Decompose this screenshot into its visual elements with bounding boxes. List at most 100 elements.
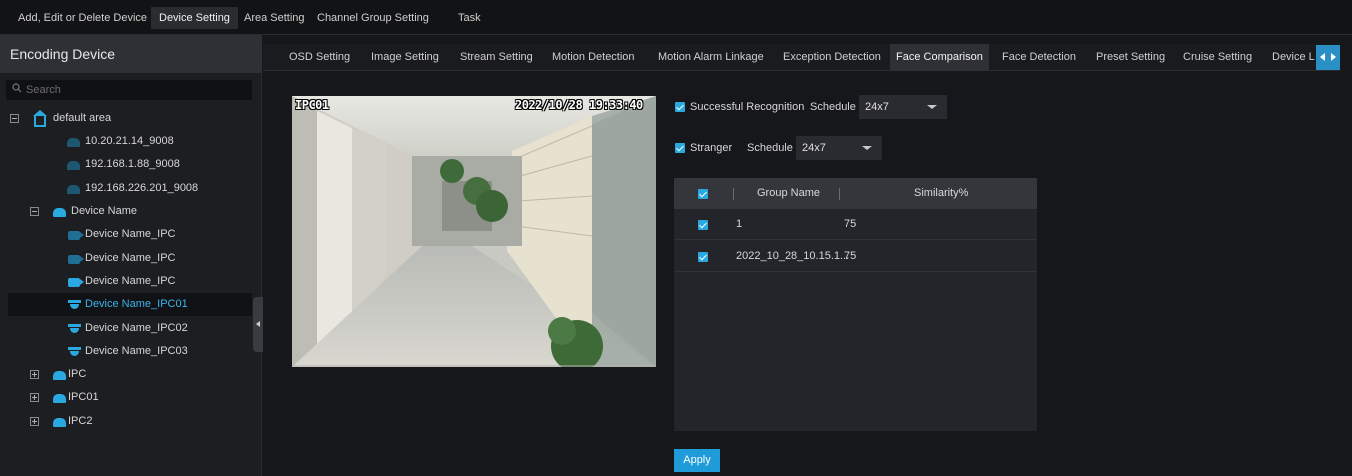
- tab-exception-detection[interactable]: Exception Detection: [777, 44, 887, 71]
- tab-device-l[interactable]: Device L: [1266, 44, 1321, 71]
- tab-device-setting[interactable]: Device Setting: [151, 7, 238, 29]
- dvr-icon: [67, 161, 80, 170]
- dvr-icon: [67, 138, 80, 147]
- dvr-icon: [53, 371, 66, 380]
- tab-image-setting[interactable]: Image Setting: [365, 44, 445, 71]
- tree-item-ipc01[interactable]: IPC01: [8, 386, 252, 409]
- group-name-cell: 1: [736, 218, 743, 230]
- stranger-checkbox[interactable]: [675, 143, 685, 153]
- face-group-table: Group Name Similarity% 1 75 2022_10_28_1…: [674, 178, 1037, 431]
- camera-icon: [68, 231, 84, 240]
- panel-title: Encoding Device: [0, 35, 262, 73]
- top-menu-bar: Add, Edit or Delete Device Device Settin…: [0, 0, 1352, 35]
- dome-camera-icon: [68, 347, 81, 357]
- tab-face-detection[interactable]: Face Detection: [996, 44, 1082, 71]
- osd-channel-name: IPC01: [295, 98, 329, 112]
- tree-item-label: IPC2: [68, 415, 93, 427]
- tree-item-ipc[interactable]: IPC: [8, 363, 252, 386]
- search-input[interactable]: Search: [6, 80, 252, 100]
- tree-item-channel[interactable]: Device Name_IPC03: [8, 340, 252, 363]
- panel-collapse-handle[interactable]: [253, 297, 263, 352]
- tab-face-comparison[interactable]: Face Comparison: [890, 44, 989, 71]
- tree-item-label: IPC: [68, 368, 87, 380]
- select-all-checkbox[interactable]: [698, 189, 708, 199]
- group-name-cell: 2022_10_28_10.15.1...: [736, 250, 850, 262]
- schedule-label: Schedule: [747, 142, 793, 154]
- table-row[interactable]: 2022_10_28_10.15.1... 75: [674, 241, 1037, 272]
- tree-item-label: Device Name_IPC: [85, 228, 176, 240]
- tree-item-label: Device Name_IPC03: [85, 345, 188, 357]
- tree-item-label: default area: [53, 112, 112, 124]
- stranger-schedule-select[interactable]: 24x7: [796, 136, 882, 160]
- tab-osd-setting[interactable]: OSD Setting: [283, 44, 356, 71]
- column-divider: [839, 188, 840, 200]
- tree-item-label: Device Name_IPC01: [85, 298, 188, 310]
- tab-task[interactable]: Task: [450, 7, 489, 29]
- tree-item-channel[interactable]: Device Name_IPC: [8, 270, 252, 293]
- chevron-down-icon: [927, 105, 937, 109]
- camera-icon: [68, 255, 84, 264]
- column-header-group-name: Group Name: [757, 187, 820, 199]
- corridor-image: [292, 96, 656, 367]
- arrow-left-icon[interactable]: [1320, 53, 1325, 61]
- tree-item-ipc2[interactable]: IPC2: [8, 410, 252, 433]
- collapse-icon[interactable]: [30, 207, 39, 216]
- successful-recognition-label: Successful Recognition: [690, 101, 805, 113]
- schedule-label: Schedule: [810, 101, 856, 113]
- tab-channel-group-setting[interactable]: Channel Group Setting: [309, 7, 437, 29]
- expand-icon[interactable]: [30, 417, 39, 426]
- search-icon: [12, 80, 22, 100]
- dome-camera-icon: [68, 300, 81, 310]
- tab-add-edit-delete-device[interactable]: Add, Edit or Delete Device: [10, 7, 155, 29]
- tree-item-device[interactable]: 192.168.226.201_9008: [8, 177, 252, 200]
- chevron-down-icon: [862, 146, 872, 150]
- tab-area-setting[interactable]: Area Setting: [236, 7, 313, 29]
- collapse-icon[interactable]: [10, 114, 19, 123]
- apply-button[interactable]: Apply: [674, 449, 720, 472]
- tree-item-channel-selected[interactable]: Device Name_IPC01: [8, 293, 252, 316]
- tree-item-device[interactable]: 192.168.1.88_9008: [8, 153, 252, 176]
- tab-preset-setting[interactable]: Preset Setting: [1090, 44, 1171, 71]
- arrow-right-icon[interactable]: [1331, 53, 1336, 61]
- tree-item-label: Device Name: [71, 205, 138, 217]
- select-value: 24x7: [865, 101, 889, 113]
- tab-motion-alarm-linkage[interactable]: Motion Alarm Linkage: [652, 44, 770, 71]
- expand-icon[interactable]: [30, 370, 39, 379]
- tree-item-label: Device Name_IPC02: [85, 322, 188, 334]
- tree-item-label: 192.168.226.201_9008: [85, 182, 199, 194]
- tab-stream-setting[interactable]: Stream Setting: [454, 44, 539, 71]
- expand-icon[interactable]: [30, 393, 39, 402]
- tree-item-channel[interactable]: Device Name_IPC: [8, 247, 252, 270]
- dvr-icon: [67, 185, 80, 194]
- tree-item-default-area[interactable]: default area: [8, 107, 252, 130]
- osd-timestamp: 2022/10/28 19:33:40: [515, 98, 643, 112]
- tree-item-channel[interactable]: Device Name_IPC: [8, 223, 252, 246]
- tree-item-channel[interactable]: Device Name_IPC02: [8, 317, 252, 340]
- tree-item-label: Device Name_IPC: [85, 252, 176, 264]
- dvr-icon: [53, 418, 66, 427]
- tree-item-device[interactable]: 10.20.21.14_9008: [8, 130, 252, 153]
- row-checkbox[interactable]: [698, 220, 708, 230]
- stranger-label: Stranger: [690, 142, 733, 154]
- tree-item-label: Device Name_IPC: [85, 275, 176, 287]
- select-value: 24x7: [802, 142, 826, 154]
- similarity-cell[interactable]: 75: [844, 241, 856, 272]
- tree-item-label: 192.168.1.88_9008: [85, 158, 180, 170]
- successful-recognition-schedule-select[interactable]: 24x7: [859, 95, 947, 119]
- column-divider: [733, 188, 734, 200]
- tab-scroll-arrows[interactable]: [1316, 45, 1340, 70]
- home-icon: [33, 110, 47, 127]
- dome-camera-icon: [68, 324, 81, 334]
- tree-item-device-name[interactable]: Device Name: [8, 200, 252, 223]
- table-row[interactable]: 1 75: [674, 209, 1037, 240]
- tab-cruise-setting[interactable]: Cruise Setting: [1177, 44, 1258, 71]
- search-placeholder: Search: [26, 84, 61, 96]
- tab-motion-detection[interactable]: Motion Detection: [546, 44, 641, 71]
- tree-item-label: 10.20.21.14_9008: [85, 135, 174, 147]
- column-header-similarity: Similarity%: [914, 187, 969, 199]
- setting-tabs: OSD Setting Image Setting Stream Setting…: [263, 44, 1339, 71]
- similarity-cell[interactable]: 75: [844, 209, 856, 240]
- dvr-icon: [53, 394, 66, 403]
- successful-recognition-checkbox[interactable]: [675, 102, 685, 112]
- row-checkbox[interactable]: [698, 252, 708, 262]
